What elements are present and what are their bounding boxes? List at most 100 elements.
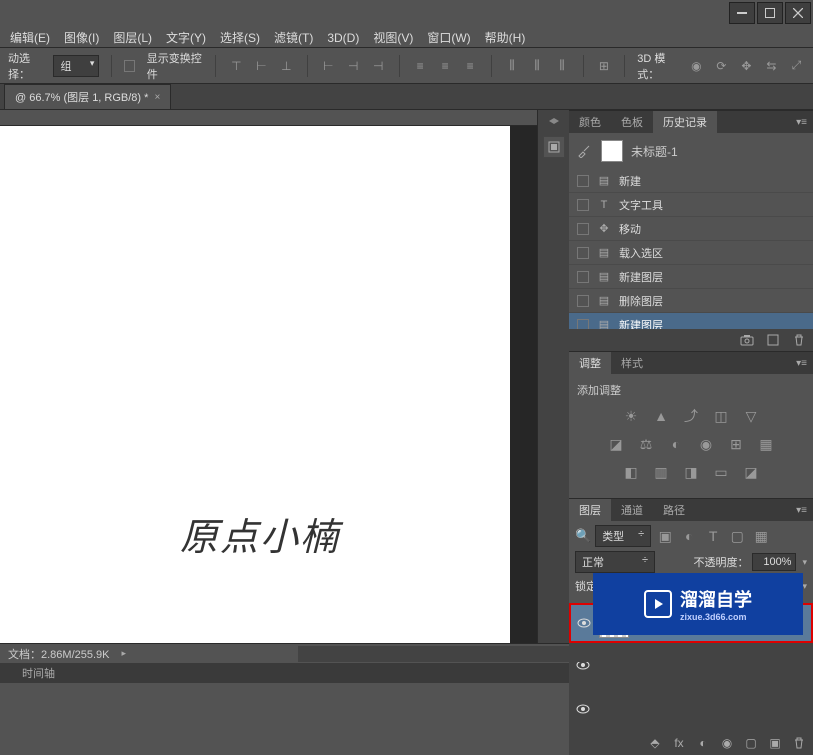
auto-select-dropdown[interactable]: 组 — [53, 55, 99, 77]
invert-icon[interactable]: ◧ — [621, 462, 641, 482]
history-item[interactable]: ▤ 删除图层 — [569, 289, 813, 313]
pan-icon[interactable]: ✥ — [738, 56, 755, 76]
distribute-6-icon[interactable]: ⫼ — [554, 56, 571, 76]
mask-icon[interactable]: ◐ — [695, 735, 711, 751]
bw-icon[interactable]: ◐ — [666, 434, 686, 454]
align-bottom-icon[interactable]: ⊥ — [278, 56, 295, 76]
slide-icon[interactable]: ⇆ — [763, 56, 780, 76]
menu-view[interactable]: 视图(V) — [367, 27, 419, 48]
tab-color[interactable]: 颜色 — [569, 111, 611, 133]
history-item[interactable]: T 文字工具 — [569, 193, 813, 217]
align-hcenter-icon[interactable]: ⊣ — [345, 56, 362, 76]
filter-smart-icon[interactable]: ▦ — [751, 526, 771, 546]
tab-timeline[interactable]: 时间轴 — [12, 662, 65, 684]
horizontal-ruler[interactable] — [0, 110, 537, 126]
tab-channels[interactable]: 通道 — [611, 499, 653, 521]
photo-filter-icon[interactable]: ◉ — [696, 434, 716, 454]
canvas-viewport[interactable]: 原点小楠 shift+ctrl+n新建 — [0, 126, 537, 643]
layer-filter-dropdown[interactable]: 类型÷ — [595, 525, 651, 547]
hue-icon[interactable]: ◪ — [606, 434, 626, 454]
close-button[interactable] — [785, 2, 811, 24]
roll-icon[interactable]: ⟳ — [713, 56, 730, 76]
trash-icon[interactable] — [791, 332, 807, 348]
horizontal-scrollbar[interactable] — [298, 646, 805, 662]
panel-menu-icon[interactable]: ▾≡ — [790, 358, 813, 369]
menu-3d[interactable]: 3D(D) — [321, 29, 365, 47]
adjustment-layer-icon[interactable]: ◉ — [719, 735, 735, 751]
collapse-arrow-icon[interactable] — [549, 118, 559, 124]
tab-history[interactable]: 历史记录 — [653, 111, 717, 133]
tab-swatches[interactable]: 色板 — [611, 111, 653, 133]
search-icon[interactable]: 🔍 — [575, 528, 591, 544]
trash-icon[interactable] — [791, 735, 807, 751]
history-checkbox[interactable] — [577, 247, 589, 259]
group-icon[interactable]: ▢ — [743, 735, 759, 751]
menu-help[interactable]: 帮助(H) — [479, 27, 532, 48]
menu-layer[interactable]: 图层(L) — [107, 27, 158, 48]
camera-icon[interactable] — [739, 332, 755, 348]
canvas[interactable]: 原点小楠 — [0, 126, 510, 643]
history-item[interactable]: ▤ 新建图层 — [569, 265, 813, 289]
link-icon[interactable]: ⬘ — [647, 735, 663, 751]
history-snapshot-thumb[interactable] — [601, 140, 623, 162]
gradient-map-icon[interactable]: ▭ — [711, 462, 731, 482]
opacity-value[interactable]: 100% — [752, 553, 796, 571]
distribute-2-icon[interactable]: ≡ — [437, 56, 454, 76]
close-icon[interactable]: × — [154, 92, 160, 103]
vibrance-icon[interactable]: ▽ — [741, 406, 761, 426]
channel-mixer-icon[interactable]: ⊞ — [726, 434, 746, 454]
new-snapshot-icon[interactable] — [765, 332, 781, 348]
minimize-button[interactable] — [729, 2, 755, 24]
blend-mode-dropdown[interactable]: 正常÷ — [575, 551, 655, 573]
auto-align-icon[interactable]: ⊞ — [595, 56, 612, 76]
distribute-3-icon[interactable]: ≡ — [462, 56, 479, 76]
align-vcenter-icon[interactable]: ⊢ — [253, 56, 270, 76]
selective-color-icon[interactable]: ◪ — [741, 462, 761, 482]
visibility-icon[interactable] — [576, 702, 590, 716]
tab-layers[interactable]: 图层 — [569, 499, 611, 521]
history-checkbox[interactable] — [577, 295, 589, 307]
tab-adjustments[interactable]: 调整 — [569, 352, 611, 374]
menu-type[interactable]: 文字(Y) — [160, 27, 212, 48]
posterize-icon[interactable]: ▥ — [651, 462, 671, 482]
menu-filter[interactable]: 滤镜(T) — [268, 27, 319, 48]
curves-icon[interactable]: ⤴ — [681, 406, 701, 426]
menu-select[interactable]: 选择(S) — [214, 27, 266, 48]
maximize-button[interactable] — [757, 2, 783, 24]
menu-edit[interactable]: 编辑(E) — [4, 27, 56, 48]
panel-menu-icon[interactable]: ▾≡ — [790, 117, 813, 128]
history-item[interactable]: ▤ 载入选区 — [569, 241, 813, 265]
layer-item[interactable] — [569, 687, 813, 731]
history-checkbox[interactable] — [577, 199, 589, 211]
filter-type-icon[interactable]: T — [703, 526, 723, 546]
new-layer-icon[interactable]: ▣ — [767, 735, 783, 751]
fx-icon[interactable]: fx — [671, 735, 687, 751]
history-checkbox[interactable] — [577, 175, 589, 187]
history-item[interactable]: ▤ 新建 — [569, 169, 813, 193]
orbit-icon[interactable]: ◉ — [688, 56, 705, 76]
history-item[interactable]: ▤ 新建图层 — [569, 313, 813, 329]
document-tab[interactable]: @ 66.7% (图层 1, RGB/8) * × — [4, 84, 171, 109]
show-transform-checkbox[interactable] — [124, 60, 135, 72]
history-checkbox[interactable] — [577, 319, 589, 330]
levels-icon[interactable]: ▲ — [651, 406, 671, 426]
exposure-icon[interactable]: ◫ — [711, 406, 731, 426]
menu-image[interactable]: 图像(I) — [58, 27, 105, 48]
align-left-icon[interactable]: ⊢ — [320, 56, 337, 76]
panel-shortcut-icon[interactable] — [543, 136, 565, 158]
distribute-5-icon[interactable]: ⫼ — [528, 56, 545, 76]
history-checkbox[interactable] — [577, 223, 589, 235]
tab-styles[interactable]: 样式 — [611, 352, 653, 374]
filter-shape-icon[interactable]: ▢ — [727, 526, 747, 546]
distribute-1-icon[interactable]: ≡ — [412, 56, 429, 76]
filter-adjust-icon[interactable]: ◐ — [679, 526, 699, 546]
scale-icon[interactable]: ⤢ — [788, 56, 805, 76]
chevron-right-icon[interactable]: ▸ — [122, 648, 127, 659]
filter-pixel-icon[interactable]: ▣ — [655, 526, 675, 546]
menu-window[interactable]: 窗口(W) — [421, 27, 476, 48]
chevron-down-icon[interactable]: ▾ — [802, 557, 807, 568]
history-item[interactable]: ✥ 移动 — [569, 217, 813, 241]
align-right-icon[interactable]: ⊣ — [370, 56, 387, 76]
visibility-icon[interactable] — [577, 616, 591, 630]
chevron-down-icon[interactable]: ▾ — [802, 581, 807, 592]
